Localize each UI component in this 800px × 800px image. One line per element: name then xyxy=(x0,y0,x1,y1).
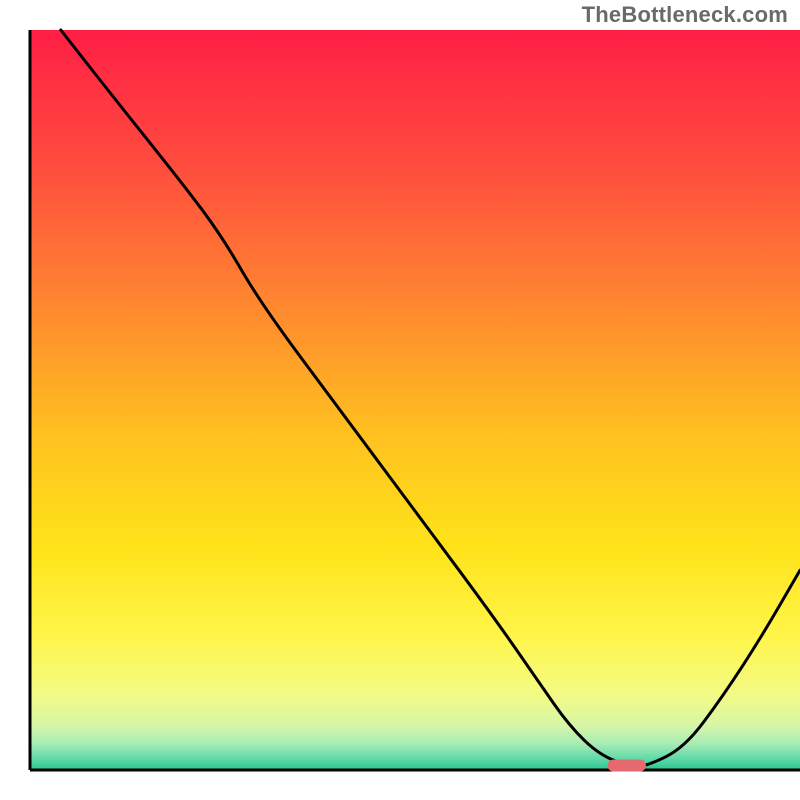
optimal-marker xyxy=(608,760,647,772)
bottleneck-chart xyxy=(0,0,800,800)
watermark-text: TheBottleneck.com xyxy=(582,2,788,28)
chart-container: { "watermark": "TheBottleneck.com", "cha… xyxy=(0,0,800,800)
plot-background xyxy=(30,30,800,770)
